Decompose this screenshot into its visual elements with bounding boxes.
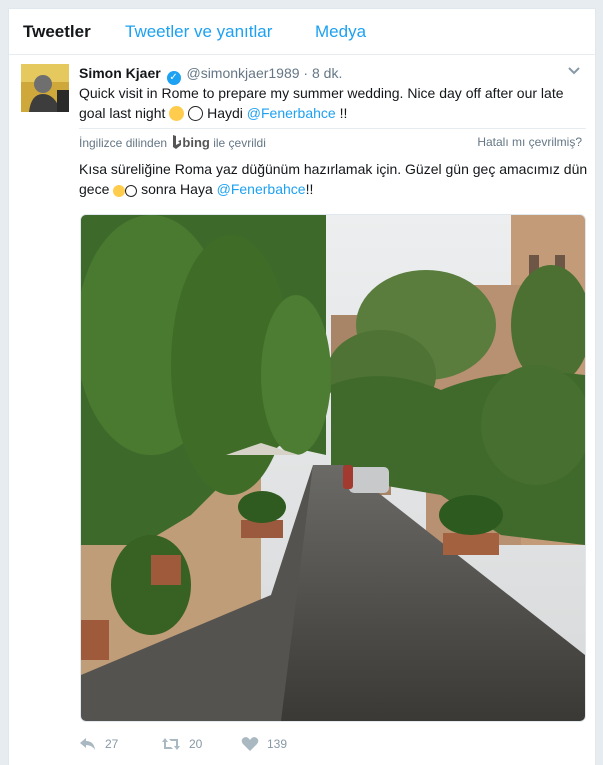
tweet-text-haydi: Haydi xyxy=(207,105,243,121)
tab-media[interactable]: Medya xyxy=(315,21,366,43)
translation-bar: İngilizce dilinden bing ile çevrildi Hat… xyxy=(79,128,586,151)
author-name[interactable]: Simon Kjaer xyxy=(79,65,161,81)
soccer-ball-icon xyxy=(125,185,138,197)
retweet-button[interactable]: 20 xyxy=(161,735,202,753)
bing-brand: bing xyxy=(182,135,210,150)
translated-text-haya: sonra Haya xyxy=(141,181,213,197)
like-count: 139 xyxy=(267,737,288,751)
retweet-count: 20 xyxy=(189,737,203,751)
rome-street-image xyxy=(81,215,585,721)
report-translation-link[interactable]: Hatalı mı çevrilmiş? xyxy=(477,135,582,149)
translation-credit: İngilizce dilinden bing ile çevrildi xyxy=(79,135,266,150)
tab-tweets-and-replies[interactable]: Tweetler ve yanıtlar xyxy=(125,21,272,43)
grinning-face-icon xyxy=(169,106,185,121)
tab-tweets[interactable]: Tweetler xyxy=(23,21,91,43)
tweet-photo[interactable] xyxy=(80,214,586,722)
soccer-ball-icon xyxy=(188,106,204,121)
reply-count: 27 xyxy=(105,737,119,751)
tweet-header: Simon Kjaer ✓ @simonkjaer1989 · 8 dk. xyxy=(79,64,342,85)
bing-logo-icon xyxy=(173,135,182,149)
mention-link[interactable]: @Fenerbahce xyxy=(247,105,336,121)
profile-timeline-card: Tweetler Tweetler ve yanıtlar Medya Simo… xyxy=(8,8,596,765)
reply-icon xyxy=(80,738,95,750)
reply-button[interactable]: 27 xyxy=(79,735,118,753)
grinning-face-icon xyxy=(113,185,126,197)
translated-text-end: !! xyxy=(305,181,314,197)
translation-suffix: ile çevrildi xyxy=(213,136,266,150)
like-button[interactable]: 139 xyxy=(241,735,287,753)
tweet-text: Quick visit in Rome to prepare my summer… xyxy=(79,83,579,123)
separator: · xyxy=(303,65,309,81)
tweet-timestamp[interactable]: 8 dk. xyxy=(312,65,342,81)
translation-prefix: İngilizce dilinden xyxy=(79,136,168,150)
avatar[interactable] xyxy=(21,64,69,112)
chevron-down-icon[interactable] xyxy=(567,64,581,78)
profile-tabs: Tweetler Tweetler ve yanıtlar Medya xyxy=(9,9,595,55)
heart-icon xyxy=(241,737,259,751)
tweet-text-end: !! xyxy=(339,105,348,121)
translated-text: Kısa süreliğine Roma yaz düğünüm hazırla… xyxy=(79,159,589,199)
retweet-icon xyxy=(162,738,180,750)
translated-mention-link[interactable]: @Fenerbahce xyxy=(217,181,306,197)
author-handle[interactable]: @simonkjaer1989 xyxy=(186,65,299,81)
